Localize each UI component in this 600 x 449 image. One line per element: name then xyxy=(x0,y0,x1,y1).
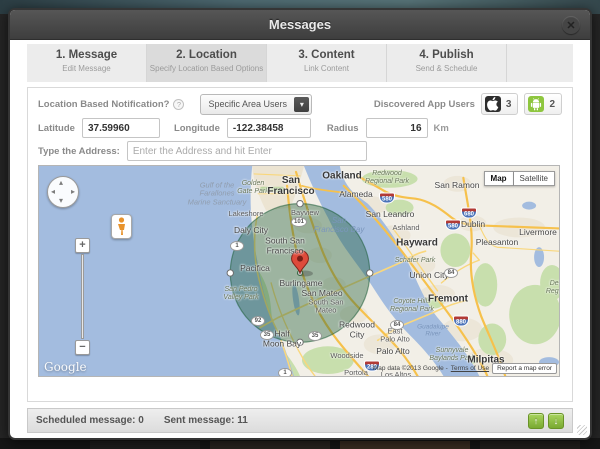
close-icon[interactable]: ✕ xyxy=(562,16,580,34)
ios-users-badge[interactable]: 3 xyxy=(481,93,519,115)
status-bar: Scheduled message: 0 Sent message: 11 ↑ … xyxy=(27,408,573,433)
messages-modal: Messages ✕ 1. Message Edit Message 2. Lo… xyxy=(8,8,592,440)
pan-up-icon[interactable]: ▴ xyxy=(59,179,63,187)
terms-of-use-link[interactable]: Terms of Use xyxy=(451,365,489,372)
longitude-label: Longitude xyxy=(174,123,220,134)
ios-user-count: 3 xyxy=(506,99,512,110)
zoom-in-button[interactable]: + xyxy=(75,238,90,253)
latitude-label: Latitude xyxy=(38,123,75,134)
android-user-count: 2 xyxy=(549,99,555,110)
tab-location-subtitle: Specify Location Based Options xyxy=(147,64,266,73)
android-icon xyxy=(528,96,544,112)
tab-content[interactable]: 3. Content Link Content xyxy=(267,44,387,82)
address-input[interactable] xyxy=(127,141,367,161)
audience-select-value: Specific Area Users xyxy=(208,99,287,109)
tab-content-subtitle: Link Content xyxy=(267,64,386,73)
scroll-down-button[interactable]: ↓ xyxy=(548,413,564,429)
location-panel: Location Based Notification? ? Specific … xyxy=(27,87,573,402)
tab-message[interactable]: 1. Message Edit Message xyxy=(27,44,147,82)
notification-label: Location Based Notification? xyxy=(38,99,169,110)
sent-message-count: Sent message: 11 xyxy=(164,415,248,426)
discovered-users-label: Discovered App Users xyxy=(374,99,475,110)
tab-content-title: 3. Content xyxy=(267,49,386,61)
background-tile xyxy=(210,441,330,449)
radius-unit-label: Km xyxy=(434,123,449,134)
audience-select[interactable]: Specific Area Users ▾ xyxy=(200,94,312,115)
pegman-figure xyxy=(116,217,127,236)
zoom-out-button[interactable]: − xyxy=(75,340,90,355)
tab-location-title: 2. Location xyxy=(147,49,266,61)
map-type-button[interactable]: Map xyxy=(484,171,514,186)
satellite-type-button[interactable]: Satellite xyxy=(514,171,555,186)
tab-publish[interactable]: 4. Publish Send & Schedule xyxy=(387,44,507,82)
chevron-down-icon[interactable]: ▾ xyxy=(294,97,309,112)
resize-grip[interactable] xyxy=(577,425,587,435)
tab-bar-filler xyxy=(507,44,573,82)
circle-resize-handle[interactable] xyxy=(227,270,233,276)
longitude-input[interactable] xyxy=(227,118,311,138)
report-map-error-button[interactable]: Report a map error xyxy=(492,363,557,374)
scroll-up-button[interactable]: ↑ xyxy=(528,413,544,429)
background-tile xyxy=(480,441,580,449)
map-canvas[interactable]: Gulf of the Farallones Marine SanctuaryG… xyxy=(38,165,560,377)
pan-right-icon[interactable]: ▸ xyxy=(71,188,75,196)
tab-message-subtitle: Edit Message xyxy=(27,64,146,73)
circle-resize-handle[interactable] xyxy=(297,339,303,345)
wizard-tab-bar: 1. Message Edit Message 2. Location Spec… xyxy=(27,44,573,82)
circle-resize-handle[interactable] xyxy=(367,270,373,276)
apple-icon xyxy=(485,96,501,112)
scheduled-message-count: Scheduled message: 0 xyxy=(36,415,144,426)
tab-location[interactable]: 2. Location Specify Location Based Optio… xyxy=(147,44,267,82)
pan-left-icon[interactable]: ◂ xyxy=(51,188,55,196)
map-pan-control[interactable]: ▴ ▾ ◂ ▸ xyxy=(47,176,79,208)
latitude-input[interactable] xyxy=(82,118,160,138)
background-tile xyxy=(90,441,200,449)
background-tile xyxy=(340,441,470,449)
address-label: Type the Address: xyxy=(38,146,120,157)
modal-header: Messages ✕ xyxy=(10,10,590,40)
google-logo: Google xyxy=(44,360,87,374)
radius-input[interactable] xyxy=(366,118,428,138)
circle-resize-handle[interactable] xyxy=(297,200,303,206)
android-users-badge[interactable]: 2 xyxy=(524,93,562,115)
map-base-graphics xyxy=(39,166,559,376)
radius-label: Radius xyxy=(327,123,359,134)
tab-message-title: 1. Message xyxy=(27,49,146,61)
tab-publish-title: 4. Publish xyxy=(387,49,506,61)
modal-title: Messages xyxy=(269,17,331,32)
tab-publish-subtitle: Send & Schedule xyxy=(387,64,506,73)
marker-pin-dot xyxy=(297,256,303,262)
pan-down-icon[interactable]: ▾ xyxy=(59,197,63,205)
help-icon[interactable]: ? xyxy=(173,99,184,110)
pegman-icon[interactable] xyxy=(111,214,132,239)
map-attribution: Map data ©2013 Google - xyxy=(373,365,448,372)
zoom-slider[interactable] xyxy=(81,254,84,339)
